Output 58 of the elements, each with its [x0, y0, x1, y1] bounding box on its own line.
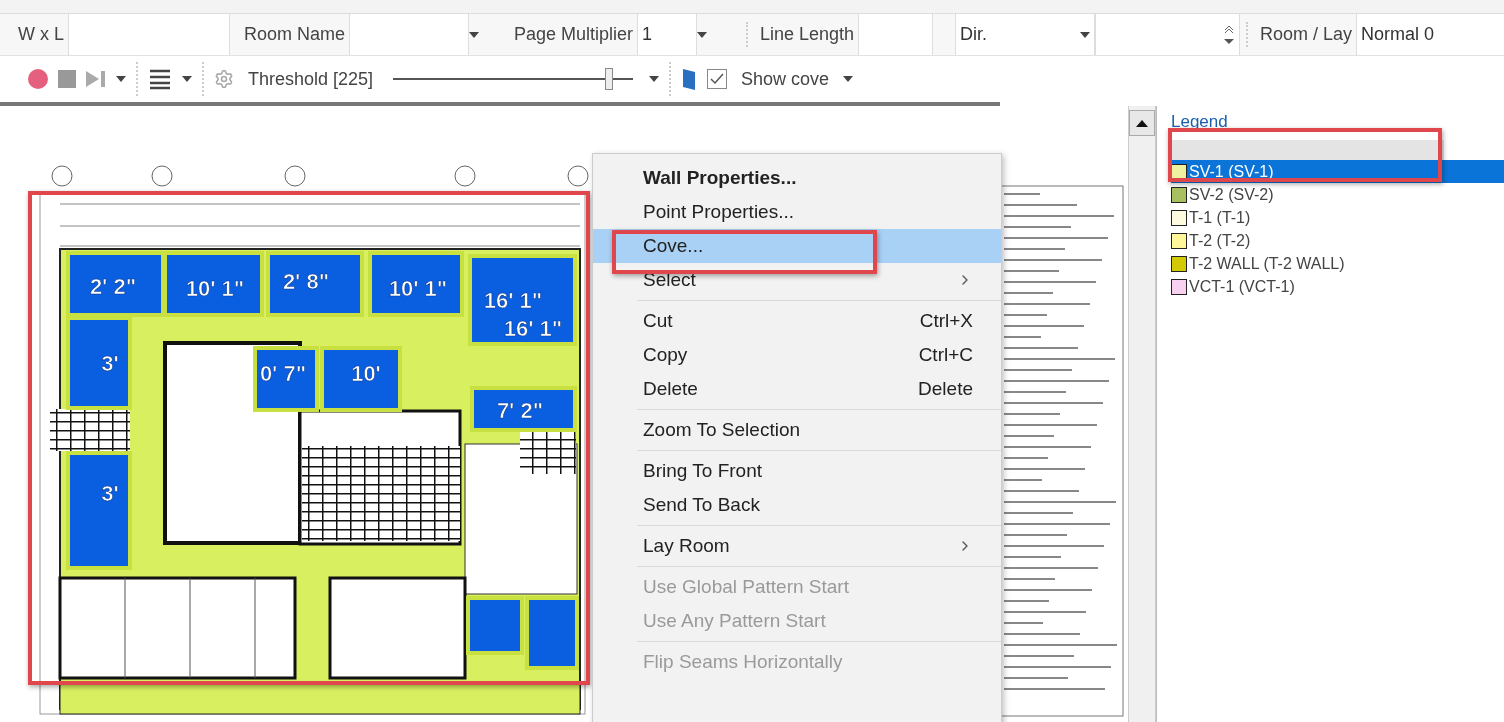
caret-up-icon	[1136, 119, 1148, 127]
field-label: Room Name	[243, 24, 347, 45]
show-cove-label: Show cove	[740, 68, 831, 90]
field-label: W x L	[17, 24, 65, 45]
menu-item[interactable]: Lay Room	[593, 529, 1001, 563]
book-icon[interactable]	[681, 67, 698, 91]
legend-item[interactable]: T-1 (T-1)	[1171, 206, 1504, 229]
menu-item[interactable]: Cut Ctrl+X	[593, 304, 1001, 338]
room-dimension: 2' 8"	[282, 269, 330, 294]
menu-item[interactable]: Select	[593, 263, 1001, 297]
dropdown-field[interactable]: 1	[637, 14, 698, 55]
menu-item[interactable]: Delete Delete	[593, 372, 1001, 406]
legend-item[interactable]: SV-2 (SV-2)	[1171, 183, 1504, 206]
scroll-up-button[interactable]	[1129, 110, 1155, 136]
menu-item[interactable]: Zoom To Selection	[593, 413, 1001, 447]
menu-item[interactable]: Cove...	[593, 229, 1001, 263]
legend-item[interactable]: T-2 (T-2)	[1171, 229, 1504, 252]
caret-icon[interactable]	[697, 31, 708, 38]
room-dimension: 10' 1"	[388, 276, 448, 301]
menu-item[interactable]: Bring To Front	[593, 454, 1001, 488]
caret-icon[interactable]	[182, 76, 192, 82]
caret-icon[interactable]	[649, 76, 660, 82]
caret-icon[interactable]	[469, 31, 480, 38]
room-dimension: 3'	[101, 351, 119, 376]
legend-item[interactable]: T-2 WALL (T-2 WALL)	[1171, 252, 1504, 275]
show-cove-checkbox[interactable]	[707, 69, 728, 89]
room-dimension: 16' 1"	[483, 288, 543, 313]
room-dimension: 0' 7"	[259, 361, 307, 386]
room-dimension: 16' 1"	[503, 316, 563, 341]
field-label: Page Multiplier	[513, 24, 635, 45]
threshold-label: Threshold [225]	[247, 68, 375, 90]
input-field[interactable]	[68, 14, 230, 55]
menu-item[interactable]: Wall Properties...	[593, 161, 1001, 195]
room-dimension: 3'	[101, 481, 119, 506]
slider-thumb[interactable]	[605, 68, 614, 90]
menu-item[interactable]: Send To Back	[593, 488, 1001, 522]
dropdown-field[interactable]	[349, 14, 470, 55]
menu-item[interactable]: Copy Ctrl+C	[593, 338, 1001, 372]
caret-icon[interactable]	[1080, 31, 1090, 38]
input-field[interactable]: Normal 0	[1356, 14, 1504, 55]
room-dimension: 2' 2"	[89, 274, 137, 299]
spinner-arrows-icon[interactable]	[1223, 23, 1235, 46]
record-icon[interactable]	[28, 69, 48, 89]
menu-item[interactable]: Point Properties...	[593, 195, 1001, 229]
room-dimension: 10'	[351, 361, 381, 386]
legend-title: Legend	[1171, 112, 1229, 133]
scrollbar[interactable]	[1128, 106, 1156, 722]
direction-dropdown[interactable]: Dir.	[955, 14, 1095, 55]
list-icon[interactable]	[148, 68, 172, 90]
caret-icon[interactable]	[843, 76, 854, 82]
legend-item[interactable]: VCT-1 (VCT-1)	[1171, 275, 1504, 298]
room-dimension: 10' 1"	[185, 276, 245, 301]
spinner-field[interactable]	[1095, 14, 1240, 55]
input-field[interactable]	[858, 14, 934, 55]
room-dimension: 7' 2"	[496, 398, 544, 423]
field-label: Line Length	[759, 24, 856, 45]
field-label: Room / Lay	[1259, 24, 1354, 45]
caret-icon[interactable]	[116, 76, 126, 82]
